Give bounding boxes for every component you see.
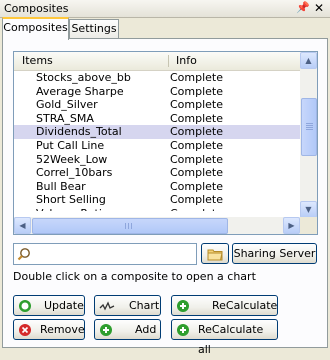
item-name: Volume Ratio xyxy=(36,207,109,211)
recalculate-label: ReCalculate xyxy=(212,299,278,312)
green-circle-icon xyxy=(19,300,31,312)
search-field[interactable] xyxy=(13,243,197,265)
item-name: Dividends_Total xyxy=(36,125,122,139)
vertical-scroll-thumb[interactable] xyxy=(301,98,317,156)
add-button[interactable]: Add xyxy=(94,319,161,340)
list-item[interactable]: Correl_10bars Complete xyxy=(14,166,300,180)
open-folder-button[interactable] xyxy=(201,243,229,264)
column-header-info[interactable]: Info xyxy=(176,52,197,70)
window-title: Composites xyxy=(4,2,69,15)
vertical-scrollbar[interactable]: ▲ ▼ xyxy=(300,52,317,218)
item-info: Complete xyxy=(170,138,224,152)
item-info: Complete xyxy=(170,71,224,84)
tab-settings[interactable]: Settings xyxy=(69,19,119,38)
list-item[interactable]: Volume Ratio Complete xyxy=(14,207,300,211)
item-name: STRA_SMA xyxy=(36,111,94,125)
column-separator[interactable] xyxy=(168,55,169,67)
item-name: Average Sharpe xyxy=(36,84,124,98)
hint-text: Double click on a composite to open a ch… xyxy=(13,270,256,283)
folder-icon xyxy=(207,249,223,261)
list-item[interactable]: 52Week_Low Complete xyxy=(14,153,300,167)
item-info: Complete xyxy=(170,152,224,166)
item-info: Complete xyxy=(170,84,224,98)
list-item[interactable]: Average Sharpe Complete xyxy=(14,85,300,99)
scroll-up-button[interactable]: ▲ xyxy=(300,52,317,69)
add-label: Add xyxy=(135,323,157,336)
chart-label: Chart xyxy=(129,299,160,312)
scroll-corner xyxy=(300,217,317,234)
item-name: Gold_Silver xyxy=(36,98,98,112)
update-label: Update xyxy=(44,299,84,312)
scroll-right-button[interactable]: ▶ xyxy=(283,217,300,234)
search-input[interactable] xyxy=(34,245,196,263)
item-info: Complete xyxy=(170,207,223,211)
recalculate-all-label: ReCalculate all xyxy=(198,323,264,356)
title-bar: Composites 📌 ✕ xyxy=(0,0,330,18)
remove-button[interactable]: Remove xyxy=(13,319,85,340)
close-icon[interactable]: ✕ xyxy=(312,1,326,15)
list-item[interactable]: Gold_Silver Complete xyxy=(14,98,300,112)
item-name: 52Week_Low xyxy=(36,152,108,166)
item-name: Bull Bear xyxy=(36,179,86,193)
item-info: Complete xyxy=(170,111,224,125)
horizontal-scroll-thumb[interactable] xyxy=(32,218,228,234)
green-plus-icon xyxy=(177,300,189,312)
pin-icon[interactable]: 📌 xyxy=(296,1,310,15)
item-info: Complete xyxy=(170,98,224,112)
item-name: Correl_10bars xyxy=(36,166,113,180)
list-item[interactable]: STRA_SMA Complete xyxy=(14,112,300,126)
horizontal-scrollbar[interactable]: ◀ ▶ xyxy=(14,217,300,234)
scroll-down-button[interactable]: ▼ xyxy=(300,201,317,218)
line-chart-icon xyxy=(99,301,115,311)
list-item[interactable]: Bull Bear Complete xyxy=(14,180,300,194)
list-item[interactable]: Short Selling Complete xyxy=(14,193,300,207)
tab-composites[interactable]: Composites xyxy=(2,17,69,40)
chart-button[interactable]: Chart xyxy=(94,295,161,316)
scroll-left-button[interactable]: ◀ xyxy=(14,217,31,234)
item-name: Short Selling xyxy=(36,193,106,207)
update-button[interactable]: Update xyxy=(13,295,85,316)
green-plus-icon xyxy=(177,324,189,336)
remove-label: Remove xyxy=(40,323,85,336)
red-circle-icon xyxy=(19,324,31,336)
recalculate-button[interactable]: ReCalculate xyxy=(171,295,278,316)
list-item[interactable]: Dividends_Total Complete xyxy=(14,125,300,139)
item-info: Complete xyxy=(170,179,224,193)
list-rows: Stocks_above_bb Complete Average Sharpe Com… xyxy=(14,71,300,211)
list-item[interactable]: Stocks_above_bb Complete xyxy=(14,71,300,85)
item-info: Complete xyxy=(170,193,224,207)
item-name: Stocks_above_bb xyxy=(36,71,131,84)
composites-list[interactable]: Items Info Stocks_above_bb Complete Averag… xyxy=(13,51,318,235)
magnifier-icon xyxy=(17,248,30,261)
item-name: Put Call Line xyxy=(36,138,105,152)
item-info: Complete xyxy=(170,166,224,180)
list-item[interactable]: Put Call Line Complete xyxy=(14,139,300,153)
column-header-items[interactable]: Items xyxy=(22,52,53,70)
recalculate-all-button[interactable]: ReCalculate all xyxy=(171,319,278,356)
list-header: Items Info xyxy=(14,52,300,71)
item-info: Complete xyxy=(170,125,224,139)
green-plus-icon xyxy=(100,324,112,336)
sharing-server-button[interactable]: Sharing Server xyxy=(232,243,317,264)
